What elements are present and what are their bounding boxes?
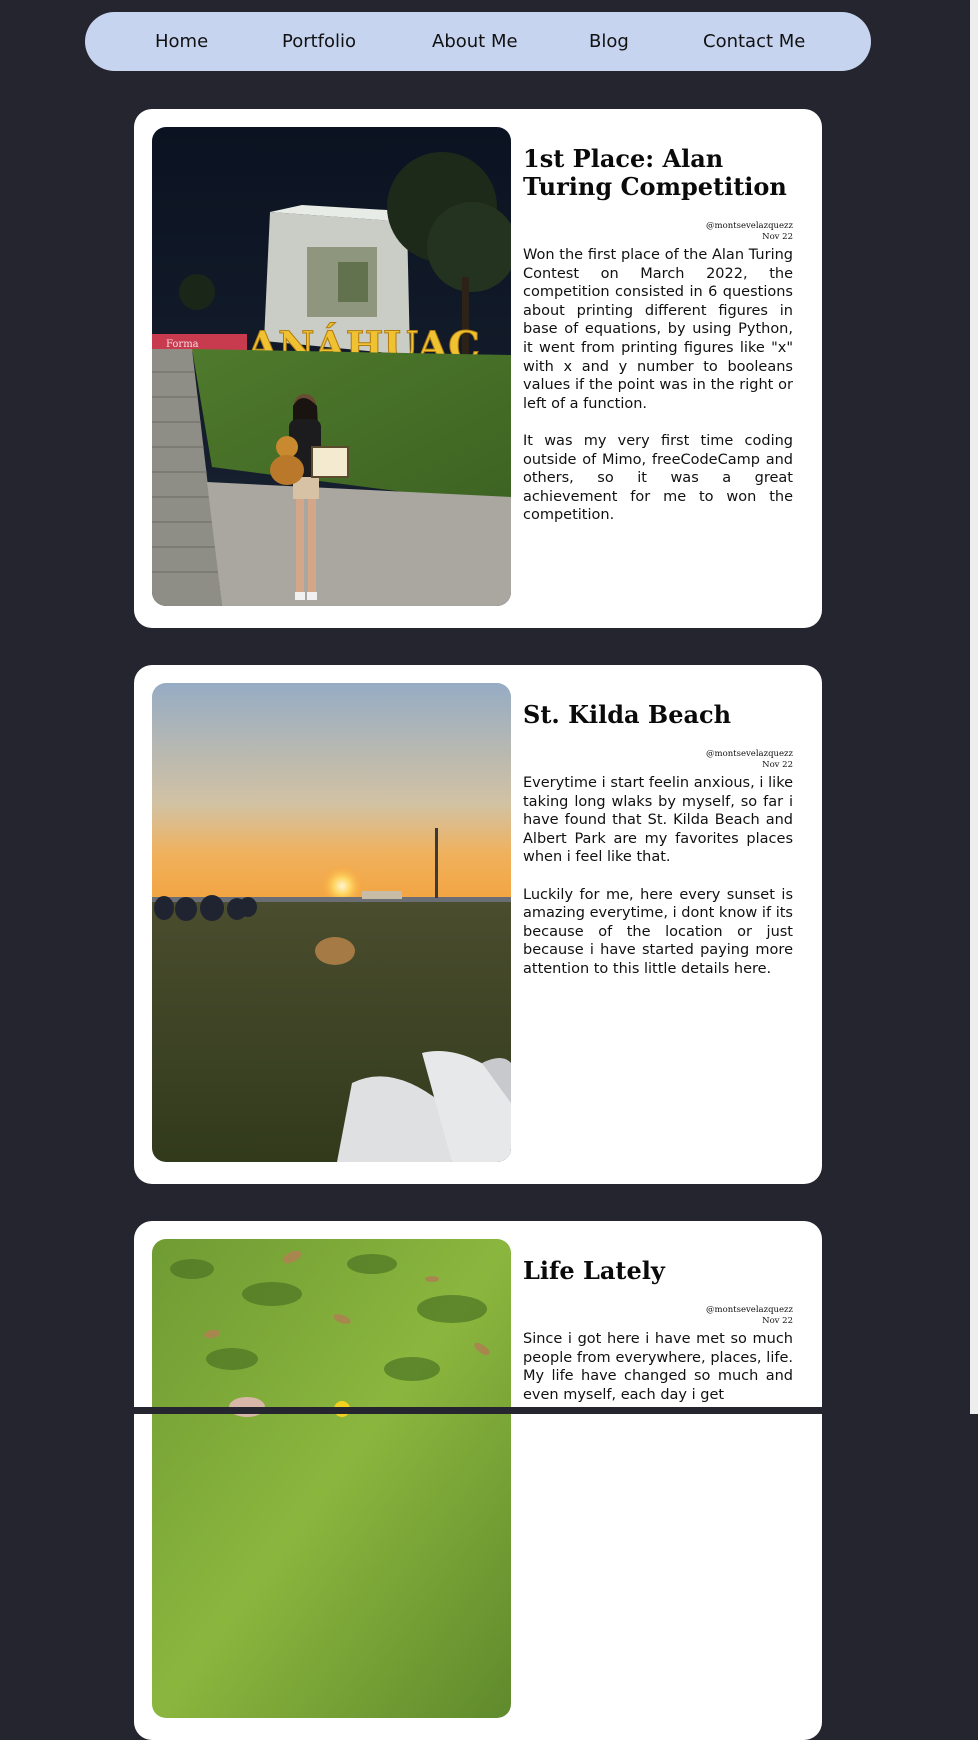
post-author: @montsevelazquezz [706, 749, 793, 759]
post-text-column: St. Kilda Beach @montsevelazquezz Nov 22… [523, 701, 793, 997]
post-title: Life Lately [523, 1256, 665, 1285]
post-photo-sunset [152, 683, 511, 1162]
post-date: Nov 22 [762, 760, 793, 770]
post-text-column: 1st Place: Alan Turing Competition @mont… [523, 145, 793, 544]
post-meta: @montsevelazquezz Nov 22 [523, 749, 793, 771]
post-paragraph: It was my very first time coding outside… [523, 432, 793, 524]
post-paragraph: Since i got here i have met so much peop… [523, 1331, 793, 1403]
post-body: Won the first place of the Alan Turing C… [523, 246, 793, 525]
post-photo-grass [152, 1239, 511, 1718]
main-nav: Home Portfolio About Me Blog Contact Me [85, 12, 871, 71]
post-body: Since i got here i have met so much peop… [523, 1330, 793, 1404]
blog-post-card: Life Lately @montsevelazquezz Nov 22 Sin… [134, 1221, 822, 1740]
post-text-column: Life Lately @montsevelazquezz Nov 22 Sin… [523, 1257, 793, 1423]
post-date: Nov 22 [762, 1316, 793, 1326]
post-author: @montsevelazquezz [706, 221, 793, 231]
post-title: 1st Place: Alan Turing Competition [523, 144, 787, 201]
nav-home-link[interactable]: Home [155, 12, 208, 71]
nav-about-link[interactable]: About Me [432, 12, 518, 71]
post-paragraph: Luckily for me, here every sunset is ama… [523, 886, 793, 977]
post-paragraph: Everytime i start feelin anxious, i like… [523, 775, 793, 866]
post-paragraph: Won the first place of the Alan Turing C… [523, 247, 793, 412]
post-photo-graduation: Forma ANÁHUAC [152, 127, 511, 606]
nav-blog-link[interactable]: Blog [589, 12, 629, 71]
post-author: @montsevelazquezz [706, 1305, 793, 1315]
post-date: Nov 22 [762, 232, 793, 242]
post-body: Everytime i start feelin anxious, i like… [523, 774, 793, 979]
viewport-bottom-edge [0, 1407, 978, 1414]
blog-post-card: St. Kilda Beach @montsevelazquezz Nov 22… [134, 665, 822, 1184]
blog-post-card: Forma ANÁHUAC 1st Place: Alan Turing Com… [134, 109, 822, 628]
post-title: St. Kilda Beach [523, 700, 732, 729]
photo-banner-text: Forma [166, 339, 199, 350]
post-meta: @montsevelazquezz Nov 22 [523, 1305, 793, 1327]
nav-portfolio-link[interactable]: Portfolio [282, 12, 356, 71]
post-meta: @montsevelazquezz Nov 22 [523, 221, 793, 243]
nav-contact-link[interactable]: Contact Me [703, 12, 805, 71]
scrollbar-track[interactable] [970, 0, 978, 1414]
